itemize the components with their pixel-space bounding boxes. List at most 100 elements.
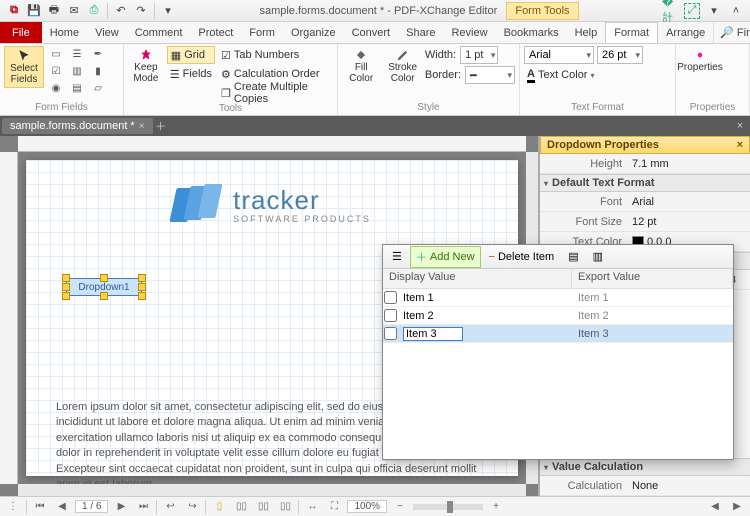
scrollbar-horizontal[interactable] [18, 484, 526, 496]
page-indicator[interactable]: 1 / 6 [75, 500, 108, 513]
qat-more-icon[interactable]: ▾ [160, 3, 176, 19]
menu-organize[interactable]: Organize [283, 22, 344, 43]
border-style-combo[interactable]: ━ [465, 66, 515, 84]
options-icon[interactable]: ⋮ [4, 499, 22, 515]
fit-width-icon[interactable]: ↔ [303, 499, 321, 515]
col-display[interactable]: Display Value [383, 269, 572, 288]
font-family-combo[interactable]: Arial [524, 46, 594, 64]
ff-check-icon[interactable]: ☑ [47, 63, 65, 79]
font-value[interactable]: Arial [628, 196, 750, 208]
select-fields-button[interactable]: Select Fields [4, 46, 44, 88]
calc-value[interactable]: None [628, 480, 750, 492]
col-export[interactable]: Export Value [572, 269, 733, 288]
fields-pane-button[interactable]: ☰Fields [167, 65, 215, 83]
ff-text-icon[interactable]: ▭ [47, 46, 65, 62]
tool-context-tab[interactable]: Form Tools [506, 2, 578, 20]
ff-button-icon[interactable]: ▤ [68, 80, 86, 96]
close-tab-icon[interactable]: × [139, 121, 145, 132]
move-down-icon[interactable]: ▥ [587, 247, 609, 266]
move-up-icon[interactable]: ▤ [562, 247, 584, 266]
menu-form[interactable]: Form [241, 22, 283, 43]
text-color-button[interactable]: A Text Color ▾ [524, 66, 671, 84]
scroll-right-icon[interactable]: ▶ [728, 499, 746, 515]
menu-review[interactable]: Review [443, 22, 495, 43]
menu-share[interactable]: Share [398, 22, 443, 43]
section-default-text[interactable]: ▾Default Text Format [540, 174, 750, 192]
tab-close-all-icon[interactable]: × [732, 120, 748, 132]
fontsize-value[interactable]: 12 pt [628, 216, 750, 228]
quickhelp-icon[interactable]: ▾ [706, 3, 722, 19]
zoom-slider[interactable] [413, 504, 483, 510]
panel-close-icon[interactable]: × [737, 139, 743, 151]
group-text-format: Text Format [524, 101, 671, 113]
scroll-left-icon[interactable]: ◀ [706, 499, 724, 515]
doc-tab[interactable]: sample.forms.document * × [2, 118, 153, 134]
launch-icon[interactable]: ⤢ [684, 3, 700, 19]
new-tab-button[interactable]: ＋ [153, 118, 169, 134]
print-icon[interactable]: 🖶 [46, 3, 62, 19]
menu-convert[interactable]: Convert [344, 22, 399, 43]
minimize-ribbon-icon[interactable]: ˄ [728, 3, 744, 19]
list-row[interactable]: Item 2 Item 2 [383, 307, 733, 325]
scan-icon[interactable]: ⎙ [86, 3, 102, 19]
stroke-color-button[interactable]: Stroke Color [383, 46, 421, 86]
redo-icon[interactable]: ↷ [133, 3, 149, 19]
keep-mode-button[interactable]: Keep Mode [128, 46, 164, 86]
items-list[interactable]: Item 1 Item 1 Item 2 Item 2 Item 3 [383, 289, 733, 459]
menu-comment[interactable]: Comment [127, 22, 191, 43]
layout-cont-facing-icon[interactable]: ▯▯ [276, 499, 294, 515]
menu-protect[interactable]: Protect [190, 22, 241, 43]
fill-color-button[interactable]: Fill Color [342, 46, 380, 86]
ui-options-icon[interactable]: �計 [662, 3, 678, 19]
find-button[interactable]: 🔎Find… [713, 22, 750, 43]
zoom-value[interactable]: 100% [347, 500, 387, 513]
nav-fwd-icon[interactable]: ↪ [183, 499, 201, 515]
save-icon[interactable]: 💾 [26, 3, 42, 19]
email-icon[interactable]: ✉ [66, 3, 82, 19]
ff-combo-icon[interactable]: ▥ [68, 63, 86, 79]
ff-sign-icon[interactable]: ✒ [89, 46, 107, 62]
nav-back-icon[interactable]: ↩ [161, 499, 179, 515]
menu-help[interactable]: Help [567, 22, 606, 43]
ff-radio-icon[interactable]: ◉ [47, 80, 65, 96]
list-row-selected[interactable]: Item 3 [383, 325, 733, 343]
font-size-combo[interactable]: 26 pt [597, 46, 643, 64]
prev-page-icon[interactable]: ◀ [53, 499, 71, 515]
create-copies-button[interactable]: ❐Create Multiple Copies [218, 84, 333, 102]
next-page-icon[interactable]: ▶ [112, 499, 130, 515]
ff-image-icon[interactable]: ▱ [89, 80, 107, 96]
menu-format[interactable]: Format [605, 22, 658, 43]
zoom-in-icon[interactable]: + [487, 499, 505, 515]
layout-facing-icon[interactable]: ▯▯ [254, 499, 272, 515]
row-check[interactable] [384, 291, 397, 304]
menu-arrange[interactable]: Arrange [658, 22, 713, 43]
list-row[interactable]: Item 1 Item 1 [383, 289, 733, 307]
file-menu[interactable]: File [0, 22, 42, 43]
layout-cont-icon[interactable]: ▯▯ [232, 499, 250, 515]
fit-page-icon[interactable]: ⛶ [325, 499, 343, 515]
grid-button[interactable]: ▦Grid [167, 46, 215, 64]
panel-title[interactable]: Dropdown Properties × [540, 136, 750, 154]
list-options-icon[interactable]: ☰ [386, 247, 408, 266]
height-value[interactable]: 7.1 mm [628, 158, 750, 170]
row-check[interactable] [384, 327, 397, 340]
menu-home[interactable]: Home [42, 22, 87, 43]
add-new-button[interactable]: ＋Add New [410, 246, 481, 268]
zoom-out-icon[interactable]: − [391, 499, 409, 515]
ff-barcode-icon[interactable]: ▮ [89, 63, 107, 79]
dropdown-form-field[interactable]: Dropdown1 [66, 278, 142, 296]
row-edit-input[interactable] [403, 327, 463, 341]
ff-list-icon[interactable]: ☰ [68, 46, 86, 62]
properties-button[interactable]: Properties [680, 46, 720, 75]
section-value-calc[interactable]: ▾Value Calculation [540, 458, 750, 476]
undo-icon[interactable]: ↶ [113, 3, 129, 19]
layout-single-icon[interactable]: ▯ [210, 499, 228, 515]
tab-numbers-button[interactable]: ☑Tab Numbers [218, 46, 333, 64]
menu-view[interactable]: View [87, 22, 127, 43]
line-width-combo[interactable]: 1 pt [460, 46, 498, 64]
first-page-icon[interactable]: ⏮ [31, 499, 49, 515]
menu-bookmarks[interactable]: Bookmarks [496, 22, 567, 43]
last-page-icon[interactable]: ⏭ [134, 499, 152, 515]
delete-item-button[interactable]: −Delete Item [483, 248, 561, 266]
row-check[interactable] [384, 309, 397, 322]
